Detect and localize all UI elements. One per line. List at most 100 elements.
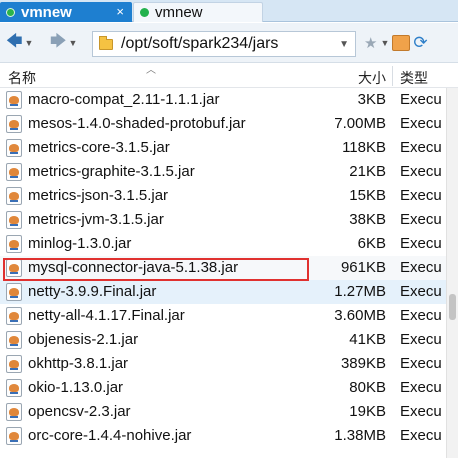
- file-size: 3.60MB: [334, 307, 386, 324]
- file-name: minlog-1.3.0.jar: [28, 235, 132, 252]
- scrollbar-thumb[interactable]: [449, 294, 456, 320]
- connection-status-icon: [6, 7, 15, 17]
- jar-file-icon: [6, 115, 22, 133]
- back-button[interactable]: 🡄 ▼: [6, 33, 33, 53]
- file-type: Execu: [400, 355, 442, 372]
- jar-file-icon: [6, 163, 22, 181]
- file-name: okio-1.13.0.jar: [28, 379, 124, 396]
- file-name: orc-core-1.4.4-nohive.jar: [28, 427, 192, 444]
- list-item[interactable]: macro-compat_2.11-1.1.1.jar 3KB Execu: [0, 88, 446, 112]
- file-name: okhttp-3.8.1.jar: [28, 355, 129, 372]
- address-path[interactable]: /opt/soft/spark234/jars: [121, 35, 339, 53]
- forward-button[interactable]: 🡆 ▼: [50, 33, 77, 53]
- column-name-header[interactable]: 名称: [8, 68, 36, 88]
- jar-file-icon: [6, 331, 22, 349]
- file-size: 961KB: [340, 259, 386, 276]
- address-bar[interactable]: /opt/soft/spark234/jars ▼: [92, 31, 356, 57]
- file-size: 21KB: [349, 163, 386, 180]
- file-type: Execu: [400, 211, 442, 228]
- file-type: Execu: [400, 403, 442, 420]
- file-size: 7.00MB: [334, 115, 386, 132]
- refresh-icon[interactable]: ⟳: [413, 33, 427, 53]
- file-name: netty-3.9.9.Final.jar: [28, 283, 157, 300]
- list-item[interactable]: mesos-1.4.0-shaded-protobuf.jar 7.00MB E…: [0, 112, 446, 136]
- jar-file-icon: [6, 259, 22, 277]
- column-header: 名称 ︿ 大小 类型: [0, 64, 458, 88]
- file-type: Execu: [400, 283, 442, 300]
- jar-file-icon: [6, 139, 22, 157]
- file-size: 389KB: [340, 355, 386, 372]
- jar-file-icon: [6, 403, 22, 421]
- folder-icon: [99, 35, 113, 50]
- column-type-header[interactable]: 类型: [400, 68, 428, 88]
- list-item[interactable]: okhttp-3.8.1.jar 389KB Execu: [0, 352, 446, 376]
- list-item[interactable]: metrics-core-3.1.5.jar 118KB Execu: [0, 136, 446, 160]
- list-item[interactable]: metrics-graphite-3.1.5.jar 21KB Execu: [0, 160, 446, 184]
- sort-ascending-icon: ︿: [146, 65, 156, 76]
- close-icon[interactable]: ×: [116, 4, 124, 19]
- chevron-down-icon[interactable]: ▼: [380, 38, 389, 48]
- column-divider[interactable]: [392, 66, 393, 86]
- chevron-down-icon[interactable]: ▼: [25, 38, 34, 48]
- file-type: Execu: [400, 115, 442, 132]
- list-item[interactable]: okio-1.13.0.jar 80KB Execu: [0, 376, 446, 400]
- file-type: Execu: [400, 91, 442, 108]
- jar-file-icon: [6, 427, 22, 445]
- list-item[interactable]: objenesis-2.1.jar 41KB Execu: [0, 328, 446, 352]
- file-size: 1.27MB: [334, 283, 386, 300]
- list-item[interactable]: metrics-json-3.1.5.jar 15KB Execu: [0, 184, 446, 208]
- column-size-header[interactable]: 大小: [358, 68, 386, 88]
- list-item[interactable]: orc-core-1.4.4-nohive.jar 1.38MB Execu: [0, 424, 446, 448]
- list-item[interactable]: minlog-1.3.0.jar 6KB Execu: [0, 232, 446, 256]
- file-name: metrics-json-3.1.5.jar: [28, 187, 169, 204]
- connection-status-icon: [140, 8, 149, 17]
- navigation-toolbar: 🡄 ▼ 🡆 ▼ /opt/soft/spark234/jars ▼ ★ ▼ ⟳: [0, 23, 458, 63]
- toolbar-actions: ★ ▼ ⟳: [364, 33, 428, 53]
- jar-file-icon: [6, 307, 22, 325]
- star-icon[interactable]: ★: [364, 34, 377, 52]
- file-type: Execu: [400, 187, 442, 204]
- file-name: netty-all-4.1.17.Final.jar: [28, 307, 185, 324]
- file-size: 41KB: [349, 331, 386, 348]
- vertical-scrollbar[interactable]: [446, 88, 458, 458]
- chevron-down-icon[interactable]: ▼: [69, 38, 78, 48]
- file-type: Execu: [400, 259, 442, 276]
- file-size: 38KB: [349, 211, 386, 228]
- home-icon[interactable]: [392, 35, 411, 51]
- file-type: Execu: [400, 331, 442, 348]
- file-type: Execu: [400, 379, 442, 396]
- file-name: metrics-core-3.1.5.jar: [28, 139, 170, 156]
- jar-file-icon: [6, 187, 22, 205]
- file-list: macro-compat_2.11-1.1.1.jar 3KB Execu me…: [0, 88, 446, 458]
- file-size: 15KB: [349, 187, 386, 204]
- jar-file-icon: [6, 355, 22, 373]
- file-name: macro-compat_2.11-1.1.1.jar: [28, 91, 220, 108]
- file-size: 6KB: [357, 235, 386, 252]
- list-item[interactable]: opencsv-2.3.jar 19KB Execu: [0, 400, 446, 424]
- file-size: 118KB: [342, 139, 386, 156]
- file-name: metrics-jvm-3.1.5.jar: [28, 211, 164, 228]
- list-item[interactable]: netty-all-4.1.17.Final.jar 3.60MB Execu: [0, 304, 446, 328]
- file-size: 19KB: [349, 403, 386, 420]
- file-size: 80KB: [349, 379, 386, 396]
- file-name: mysql-connector-java-5.1.38.jar: [28, 259, 239, 276]
- file-type: Execu: [400, 139, 442, 156]
- jar-file-icon: [6, 283, 22, 301]
- jar-file-icon: [6, 235, 22, 253]
- jar-file-icon: [6, 211, 22, 229]
- list-item-selected[interactable]: mysql-connector-java-5.1.38.jar 961KB Ex…: [0, 256, 446, 280]
- left-arrow-icon: 🡄: [6, 32, 23, 50]
- file-name: opencsv-2.3.jar: [28, 403, 131, 420]
- file-name: mesos-1.4.0-shaded-protobuf.jar: [28, 115, 246, 132]
- chevron-down-icon[interactable]: ▼: [339, 39, 349, 50]
- tab-vmnew-active[interactable]: vmnew ×: [0, 2, 132, 22]
- list-item[interactable]: metrics-jvm-3.1.5.jar 38KB Execu: [0, 208, 446, 232]
- tab-bar: vmnew × vmnew: [0, 0, 458, 22]
- file-type: Execu: [400, 235, 442, 252]
- tab-label: vmnew: [155, 4, 203, 21]
- jar-file-icon: [6, 379, 22, 397]
- tab-vmnew[interactable]: vmnew: [133, 2, 263, 22]
- list-item-hover[interactable]: netty-3.9.9.Final.jar 1.27MB Execu: [0, 280, 446, 304]
- file-size: 1.38MB: [334, 427, 386, 444]
- tab-label: vmnew: [21, 3, 72, 21]
